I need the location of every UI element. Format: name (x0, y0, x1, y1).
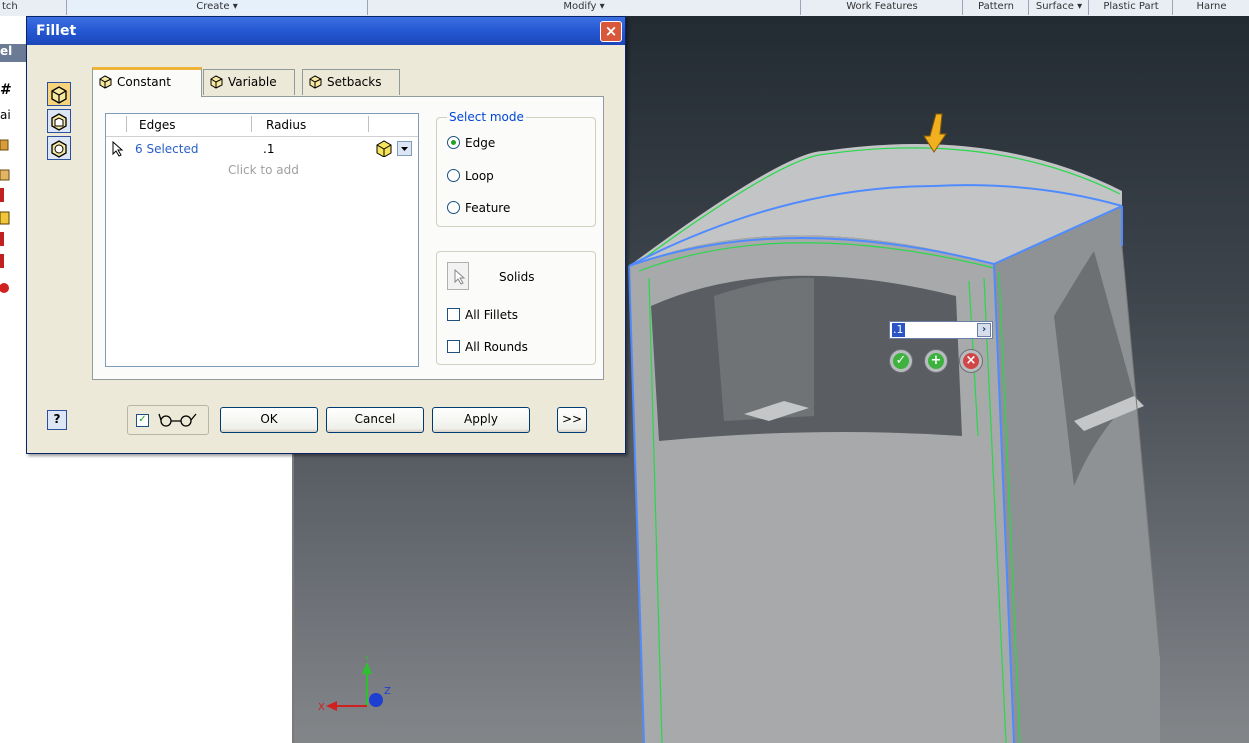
solids-group: Solids All Fillets All Rounds (436, 251, 596, 365)
check-icon: ✓ (893, 353, 909, 369)
constant-fillet-icon (99, 75, 112, 89)
ribbon-panel-create[interactable]: Create ▾ (66, 0, 368, 15)
variable-fillet-icon (210, 75, 223, 89)
ribbon-panel-harness[interactable]: Harne (1174, 0, 1249, 15)
browser-tree-icons: # (0, 82, 12, 293)
dialog-title: Fillet (36, 23, 77, 39)
close-button[interactable]: × (600, 21, 622, 42)
edge-select-dropdown[interactable] (397, 141, 412, 156)
edge-fillet-icon (51, 86, 67, 104)
apply-button[interactable]: Apply (432, 407, 530, 433)
tab-variable-label: Variable (228, 75, 277, 89)
glasses-icon (158, 413, 197, 427)
full-round-fillet-icon (51, 140, 67, 158)
radio-feature[interactable]: Feature (447, 200, 510, 216)
radius-input[interactable]: .1 › (889, 321, 993, 339)
ribbon-panel-surface[interactable]: Surface ▾ (1030, 0, 1089, 15)
radio-feature-indicator[interactable] (447, 201, 460, 214)
edge-select-icon[interactable] (374, 139, 394, 157)
svg-text:#: # (0, 82, 12, 98)
ribbon-tab-sketch[interactable]: tch (0, 0, 67, 15)
all-fillets-label: All Fillets (465, 308, 519, 322)
radio-edge[interactable]: Edge (447, 135, 495, 151)
cancel-x-button[interactable]: × (959, 349, 983, 373)
constant-tab-panel: Edges Radius 6 Selected .1 Click to add … (92, 96, 604, 380)
ribbon-panel-modify[interactable]: Modify ▾ (368, 0, 801, 15)
all-rounds-box[interactable] (447, 340, 460, 353)
all-fillets-checkbox[interactable]: All Fillets (447, 307, 518, 323)
grid-header-separator (126, 116, 127, 132)
plus-icon: + (928, 353, 944, 369)
more-button[interactable]: >> (557, 407, 587, 433)
radio-loop-label: Loop (465, 169, 494, 183)
setbacks-fillet-icon (309, 75, 322, 89)
edge-fillet-tool[interactable] (47, 82, 71, 106)
axis-y-label: Y (363, 656, 371, 663)
grid-header-separator (251, 116, 252, 132)
row-pointer-icon (112, 141, 124, 157)
tab-setbacks[interactable]: Setbacks (302, 69, 400, 95)
ribbon-panel-work-features[interactable]: Work Features (802, 0, 963, 15)
fillet-dialog: Fillet × Constant Variable Setbacks Edge… (26, 16, 626, 454)
x-icon: × (963, 353, 979, 369)
expand-arrow-icon[interactable]: › (977, 323, 991, 337)
cursor-arrow-icon (454, 268, 466, 285)
tab-setbacks-label: Setbacks (327, 75, 382, 89)
grid-header-separator (368, 116, 369, 132)
close-icon: × (604, 22, 618, 40)
edges-grid[interactable]: Edges Radius 6 Selected .1 Click to add (105, 113, 419, 367)
help-button[interactable]: ? (47, 410, 67, 430)
edges-column-header[interactable]: Edges (139, 114, 176, 137)
cancel-button[interactable]: Cancel (326, 407, 424, 433)
radio-edge-label: Edge (465, 136, 496, 150)
full-round-fillet-tool[interactable] (47, 136, 71, 160)
solids-select-button[interactable] (447, 262, 469, 290)
radio-feature-label: Feature (465, 201, 511, 215)
axis-triad: Y X Z (318, 656, 391, 713)
selected-edges-cell[interactable]: 6 Selected (135, 142, 198, 156)
radius-value: .1 (892, 323, 905, 337)
ribbon-panel-plastic-part[interactable]: Plastic Part (1090, 0, 1173, 15)
click-to-add-row[interactable]: Click to add (228, 163, 299, 177)
select-mode-group: Select mode Edge Loop Feature (436, 110, 596, 227)
axis-z-label: Z (384, 686, 391, 697)
browser-title-fragment: el (0, 44, 26, 62)
add-button[interactable]: + (924, 349, 948, 373)
tab-constant-label: Constant (117, 75, 171, 89)
radio-loop-indicator[interactable] (447, 169, 460, 182)
face-fillet-tool[interactable] (47, 109, 71, 133)
ribbon-bar: tch Create ▾ Modify ▾ Work Features Patt… (0, 0, 1249, 17)
axis-x-label: X (318, 702, 325, 713)
solids-label: Solids (499, 270, 535, 284)
ok-button[interactable]: OK (220, 407, 318, 433)
select-mode-title: Select mode (447, 110, 526, 124)
apply-check-button[interactable]: ✓ (889, 349, 913, 373)
ribbon-panel-pattern[interactable]: Pattern (964, 0, 1029, 15)
all-rounds-checkbox[interactable]: All Rounds (447, 339, 528, 355)
all-fillets-box[interactable] (447, 308, 460, 321)
preview-checkbox[interactable]: ✓ (136, 414, 149, 427)
tab-constant[interactable]: Constant (92, 67, 202, 97)
dialog-titlebar[interactable]: Fillet × (27, 17, 625, 45)
radius-cell[interactable]: .1 (263, 142, 274, 156)
face-fillet-icon (51, 113, 67, 131)
all-rounds-label: All Rounds (465, 340, 528, 354)
help-icon: ? (53, 412, 61, 426)
mini-toolbar: .1 › ✓ + × (889, 321, 993, 373)
tab-variable[interactable]: Variable (203, 69, 295, 95)
radius-column-header[interactable]: Radius (266, 114, 307, 137)
radio-loop[interactable]: Loop (447, 168, 494, 184)
radio-edge-indicator[interactable] (447, 136, 460, 149)
chevron-down-icon (401, 147, 408, 151)
preview-toggle-group: ✓ (127, 405, 209, 435)
